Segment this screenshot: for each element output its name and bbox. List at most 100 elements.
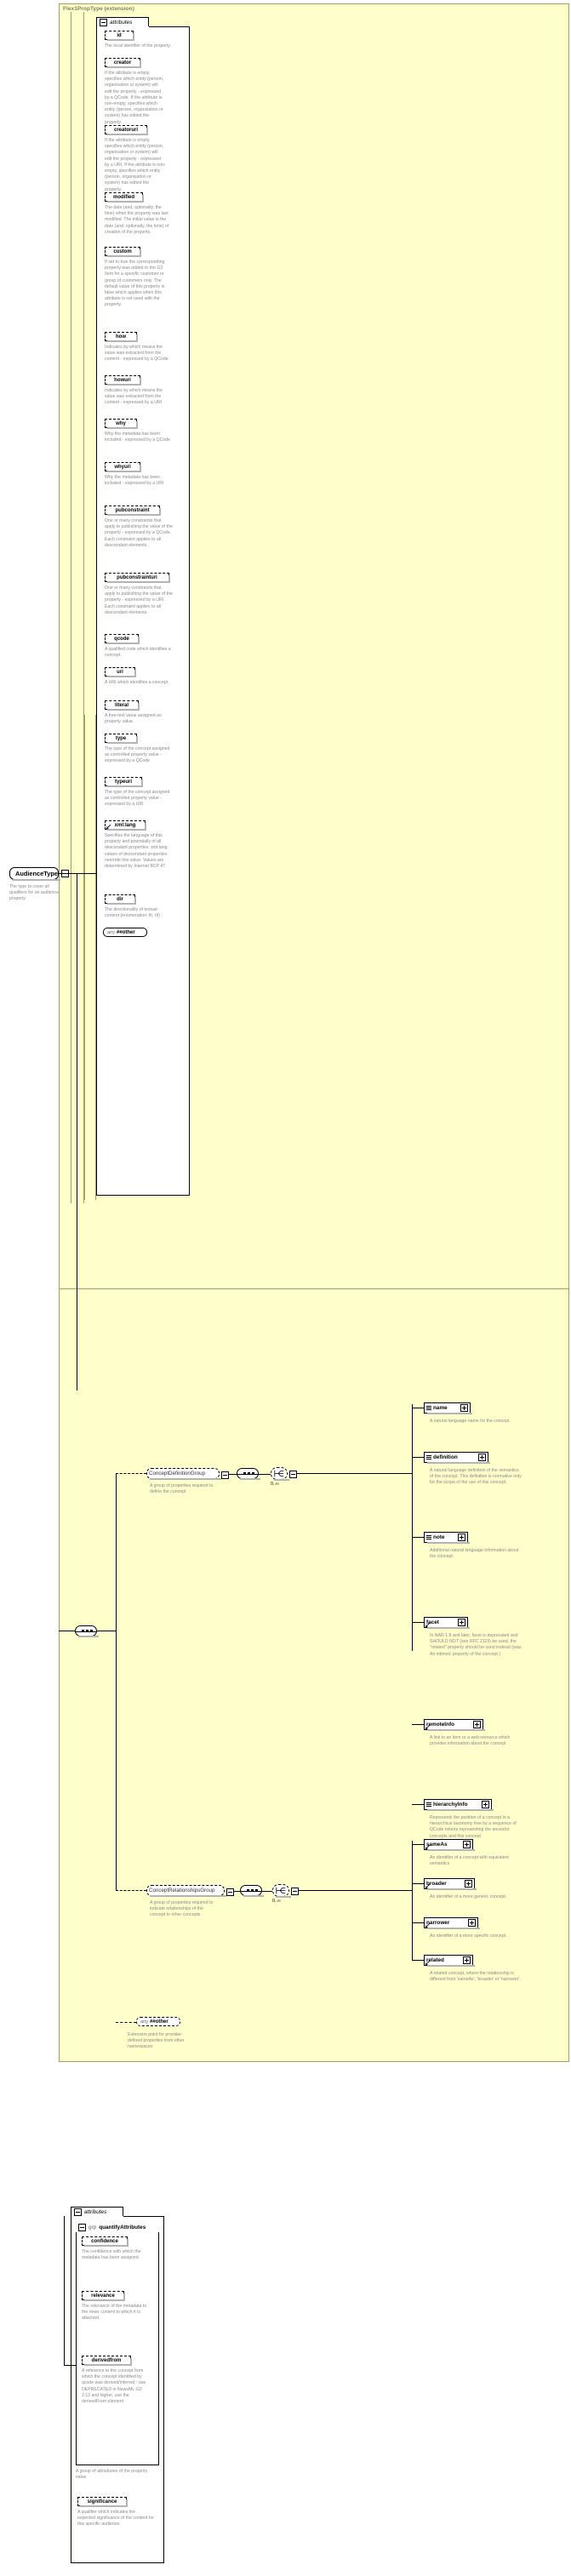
attr-doc-creator: If the attribute is empty, specifies whi…	[105, 71, 164, 125]
connector-to-any-other	[116, 2022, 136, 2023]
choice-compositor-definition[interactable]	[271, 1467, 289, 1481]
attr-node-derivedfrom[interactable]: derivedfrom	[82, 2356, 132, 2366]
sequence-compositor-root[interactable]	[75, 1625, 99, 1637]
attr-node-id[interactable]: id	[105, 31, 134, 41]
any-other-label: ##other	[150, 2019, 168, 2025]
content-model-panel	[59, 1288, 569, 2062]
attr-doc-how: Indicates by which means the value was e…	[105, 345, 168, 363]
attributes-tab-label: attributes	[110, 19, 133, 26]
root-type-label: AudienceType	[15, 870, 58, 877]
choice-compositor-relationships[interactable]	[272, 1884, 291, 1898]
name-expand-icon[interactable]	[460, 1404, 468, 1412]
element-node-hierarchyinfo[interactable]: hierarchyInfo	[424, 1799, 494, 1811]
element-label: name	[433, 1405, 448, 1411]
element-node-related[interactable]: related	[424, 1955, 475, 1967]
attr-label: why	[116, 420, 126, 426]
attributes-tab[interactable]: attributes	[96, 17, 149, 26]
attr-label: uri	[117, 669, 123, 675]
attr-doc-relevance: The relevance of the metadata to the new…	[82, 2304, 147, 2322]
any-ns-label: any	[140, 2019, 149, 2025]
attr-label: xml:lang	[114, 822, 136, 828]
attr-label: creatoruri	[113, 127, 138, 133]
attr-node-dir[interactable]: dir	[105, 894, 136, 905]
attributes-bottom-collapse-icon[interactable]	[74, 2208, 82, 2216]
sequence-icon	[426, 1454, 431, 1460]
attr-node-custom[interactable]: custom	[105, 247, 141, 257]
element-doc-related: A related concept, where the relationshi…	[430, 1971, 521, 1983]
group-node-concept-definition[interactable]: ConceptDefinitionGroup	[146, 1468, 221, 1480]
definition-expand-icon[interactable]	[478, 1454, 486, 1461]
attr-label: creator	[113, 60, 132, 66]
attr-doc-howuri: Indicates by which means the value was e…	[105, 388, 163, 406]
attr-label: howuri	[114, 377, 131, 383]
element-ref-arrow-icon	[425, 1623, 430, 1627]
element-doc-name: A natural language name for the concept.	[430, 1419, 511, 1424]
attributes-collapse-icon[interactable]	[100, 18, 107, 26]
attr-node-why[interactable]: why	[105, 419, 138, 429]
attr-doc-pubconstraint: One or many constraints that apply to pu…	[105, 518, 173, 548]
sameas-expand-icon[interactable]	[463, 1841, 471, 1848]
attr-doc-xml-lang: Specifies the language of this property …	[105, 833, 168, 870]
concept-definition-collapse-icon[interactable]	[221, 1471, 229, 1479]
group-node-concept-relationships[interactable]: ConceptRelationshipsGroup	[146, 1885, 226, 1897]
root-type-doc: The type to cover all qualifiers for an …	[9, 884, 59, 902]
element-ref-arrow-icon	[425, 1725, 430, 1729]
sequence-compositor-relationships[interactable]	[240, 1885, 264, 1897]
element-label: note	[433, 1534, 445, 1540]
element-node-name[interactable]: name	[424, 1402, 472, 1414]
attr-node-significance[interactable]: significance	[77, 2497, 128, 2507]
attr-node-typeuri[interactable]: typeuri	[105, 777, 143, 787]
element-label: remoteInfo	[426, 1722, 455, 1728]
any-other-node-2[interactable]: any ##other	[136, 2017, 180, 2026]
relationships-choice-collapse-icon[interactable]	[291, 1888, 299, 1895]
facet-expand-icon[interactable]	[458, 1619, 465, 1626]
attr-node-creator[interactable]: creator	[105, 58, 141, 68]
attr-node-modified[interactable]: modified	[105, 192, 144, 203]
attr-node-whyuri[interactable]: whyuri	[105, 462, 141, 472]
element-node-facet[interactable]: facet	[424, 1617, 470, 1629]
element-node-sameas[interactable]: sameAs	[424, 1839, 475, 1851]
attributes-tab-bottom[interactable]: attributes	[71, 2207, 123, 2216]
attr-node-uri[interactable]: uri	[105, 667, 136, 677]
attr-node-pubconstraint[interactable]: pubconstraint	[105, 505, 161, 516]
attr-node-how[interactable]: how	[105, 332, 138, 342]
element-doc-note: Additional natural language information …	[430, 1548, 519, 1560]
quantify-attributes-tab[interactable]: grp quantifyAttributes	[76, 2223, 159, 2232]
occurrence-definition: 0..∞	[271, 1482, 279, 1487]
remoteinfo-expand-icon[interactable]	[473, 1721, 481, 1728]
attr-doc-uri: A URI which identifies a concept.	[105, 680, 169, 685]
attr-doc-qcode: A qualified code which identifies a conc…	[105, 647, 171, 659]
sequence-compositor-definition[interactable]	[237, 1468, 260, 1480]
quantify-collapse-icon[interactable]	[78, 2223, 86, 2231]
root-type-node[interactable]: AudienceType	[9, 867, 69, 881]
attr-label: how	[116, 334, 126, 340]
attr-node-relevance[interactable]: relevance	[82, 2291, 125, 2301]
concept-relationships-collapse-icon[interactable]	[226, 1888, 234, 1896]
element-ref-arrow-icon	[425, 1884, 430, 1888]
element-node-note[interactable]: note	[424, 1532, 470, 1544]
attr-node-xml-lang[interactable]: xml:lang	[105, 820, 146, 831]
definition-choice-collapse-icon[interactable]	[289, 1471, 297, 1478]
element-node-broader[interactable]: broader	[424, 1878, 477, 1890]
element-label: definition	[433, 1454, 458, 1460]
note-expand-icon[interactable]	[458, 1534, 465, 1541]
element-node-narrower[interactable]: narrower	[424, 1917, 480, 1929]
element-node-definition[interactable]: definition	[424, 1452, 490, 1464]
element-node-remoteinfo[interactable]: remoteInfo	[424, 1719, 485, 1731]
attr-node-type[interactable]: type	[105, 734, 138, 744]
narrower-expand-icon[interactable]	[468, 1919, 476, 1927]
broader-expand-icon[interactable]	[465, 1880, 472, 1888]
any-other-label: ##other	[117, 929, 135, 935]
attr-node-confidence[interactable]: confidence	[82, 2236, 128, 2247]
related-expand-icon[interactable]	[463, 1956, 471, 1964]
hierarchyinfo-expand-icon[interactable]	[482, 1801, 489, 1808]
attr-node-literal[interactable]: literal	[105, 700, 140, 711]
attr-node-creatoruri[interactable]: creatoruri	[105, 125, 148, 135]
attr-label: significance	[87, 2499, 117, 2505]
attr-node-pubconstrainturi[interactable]: pubconstrainturi	[105, 573, 170, 583]
element-doc-facet: In NAR 1.8 and later, facet is deprecate…	[430, 1633, 522, 1657]
any-other-node-1[interactable]: any ##other	[103, 928, 147, 937]
attr-node-howuri[interactable]: howuri	[105, 375, 141, 386]
attr-node-qcode[interactable]: qcode	[105, 634, 140, 644]
attr-doc-confidence: The confidence with which the metadata h…	[82, 2249, 141, 2261]
